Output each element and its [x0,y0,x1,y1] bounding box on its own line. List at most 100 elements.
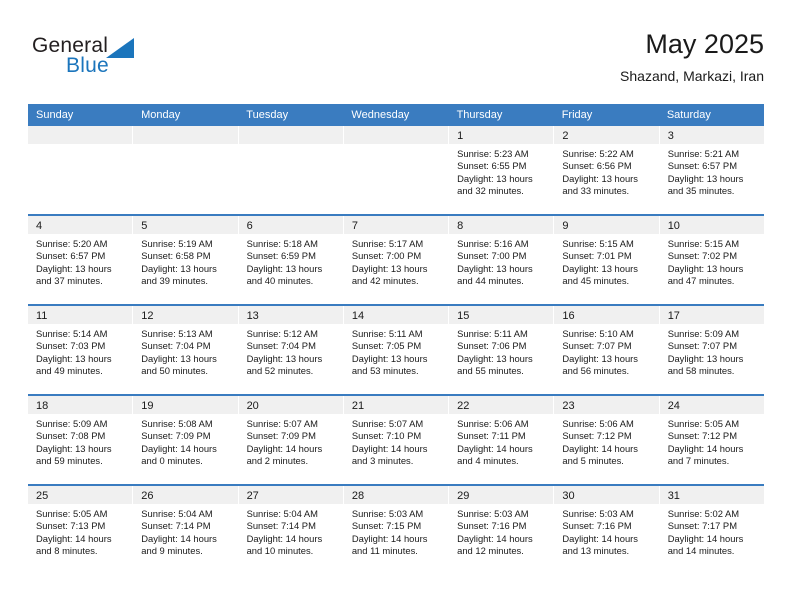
calendar-day-cell[interactable]: 7 Sunrise: 5:17 AM Sunset: 7:00 PM Daylight… [343,216,450,304]
calendar-day-cell[interactable]: 19 Sunrise: 5:08 AM Sunset: 7:09 PM Dayligh… [133,396,239,484]
day-number: 4 [36,220,43,232]
logo-text-blue: Blue [66,54,109,77]
day-sun-info: Sunrise: 5:06 AM Sunset: 7:11 PM Daylight:… [449,414,553,468]
day-number: 25 [36,490,49,502]
calendar-day-cell[interactable]: 9 Sunrise: 5:15 AM Sunset: 7:01 PM Daylight… [554,216,660,304]
day-sun-info: Sunrise: 5:15 AM Sunset: 7:01 PM Daylight:… [554,234,658,288]
calendar-day-cell[interactable]: 2 Sunrise: 5:22 AM Sunset: 6:56 PM Daylight… [554,126,660,214]
calendar-day-cell[interactable]: 16 Sunrise: 5:10 AM Sunset: 7:07 PM Dayligh… [554,306,660,394]
day-number-band: 12 [133,306,238,324]
day-sun-info: Sunrise: 5:13 AM Sunset: 7:04 PM Daylight:… [133,324,237,378]
daylight-text-line1: Daylight: 13 hours [141,352,217,364]
day-number: 2 [562,130,569,142]
calendar-day-cell[interactable]: 28 Sunrise: 5:03 AM Sunset: 7:15 PM Dayligh… [343,486,450,574]
calendar-day-cell[interactable]: 25 Sunrise: 5:05 AM Sunset: 7:13 PM Dayligh… [28,486,134,574]
calendar-day-cell[interactable]: 5 Sunrise: 5:19 AM Sunset: 6:58 PM Daylight… [133,216,239,304]
weekday-header-row: Sunday Monday Tuesday Wednesday Thursday… [28,104,764,126]
day-number: 16 [562,310,575,322]
sunset-text: Sunset: 7:04 PM [246,340,316,352]
calendar-day-cell[interactable]: 21 Sunrise: 5:07 AM Sunset: 7:10 PM Dayligh… [343,396,450,484]
sunset-text: Sunset: 6:58 PM [141,250,211,262]
calendar-day-cell[interactable]: 20 Sunrise: 5:07 AM Sunset: 7:09 PM Dayligh… [238,396,344,484]
day-number: 11 [36,310,48,322]
daylight-text-line2: and 58 minutes. [667,365,735,377]
day-number-band: 31 [659,486,764,504]
day-sun-info: Sunrise: 5:05 AM Sunset: 7:13 PM Daylight:… [28,504,132,558]
daylight-text-line1: Daylight: 13 hours [667,352,744,364]
daylight-text-line1: Daylight: 13 hours [457,352,533,364]
page-title: May 2025 [645,29,764,59]
sunset-text: Sunset: 6:55 PM [457,160,527,172]
sunset-text: Sunset: 7:10 PM [351,430,422,442]
day-number-band: 21 [343,396,449,414]
daylight-text-line2: and 10 minutes. [246,545,314,557]
day-number-band: 8 [449,216,554,234]
sunrise-text: Sunrise: 5:04 AM [141,508,213,519]
daylight-text-line1: Daylight: 13 hours [457,262,533,274]
calendar-day-cell[interactable]: 8 Sunrise: 5:16 AM Sunset: 7:00 PM Daylight… [449,216,555,304]
calendar-grid: Sunday Monday Tuesday Wednesday Thursday… [28,104,764,574]
calendar-day-cell[interactable]: 22 Sunrise: 5:06 AM Sunset: 7:11 PM Dayligh… [449,396,555,484]
calendar-day-cell[interactable]: 31 Sunrise: 5:02 AM Sunset: 7:17 PM Dayligh… [659,486,764,574]
daylight-text-line2: and 55 minutes. [457,365,524,377]
day-number: 7 [351,220,358,232]
day-sun-info: Sunrise: 5:23 AM Sunset: 6:55 PM Daylight:… [449,144,553,198]
sunset-text: Sunset: 7:11 PM [457,430,526,442]
calendar-day-cell[interactable]: 29 Sunrise: 5:03 AM Sunset: 7:16 PM Dayligh… [449,486,555,574]
calendar-page: General Blue May 2025 Shazand, Markazi, … [0,0,792,612]
day-number-band: 13 [238,306,343,324]
page-subtitle: Shazand, Markazi, Iran [620,68,764,84]
day-number-band: 22 [449,396,554,414]
sunrise-text: Sunrise: 5:19 AM [141,238,213,249]
day-number: 22 [457,400,470,412]
calendar-day-cell[interactable]: 3 Sunrise: 5:21 AM Sunset: 6:57 PM Daylight… [659,126,764,214]
calendar-day-cell[interactable]: 27 Sunrise: 5:04 AM Sunset: 7:14 PM Dayligh… [238,486,344,574]
calendar-day-cell[interactable]: 13 Sunrise: 5:12 AM Sunset: 7:04 PM Dayligh… [238,306,344,394]
sunrise-text: Sunrise: 5:06 AM [457,418,529,429]
sunrise-text: Sunrise: 5:15 AM [667,238,740,249]
day-sun-info: Sunrise: 5:03 AM Sunset: 7:16 PM Daylight:… [554,504,658,558]
day-sun-info: Sunrise: 5:09 AM Sunset: 7:07 PM Daylight:… [660,324,764,378]
calendar-week-row: 4 Sunrise: 5:20 AM Sunset: 6:57 PM Daylight… [28,214,764,304]
sunrise-text: Sunrise: 5:11 AM [457,328,528,339]
sunset-text: Sunset: 7:14 PM [141,520,211,532]
daylight-text-line1: Daylight: 13 hours [36,262,112,274]
day-number-band [238,126,343,144]
calendar-day-cell[interactable]: 17 Sunrise: 5:09 AM Sunset: 7:07 PM Dayligh… [659,306,764,394]
calendar-day-cell[interactable]: 1 Sunrise: 5:23 AM Sunset: 6:55 PM Daylight… [449,126,555,214]
day-sun-info: Sunrise: 5:22 AM Sunset: 6:56 PM Daylight:… [554,144,658,198]
day-sun-info: Sunrise: 5:18 AM Sunset: 6:59 PM Daylight:… [239,234,343,288]
daylight-text-line2: and 14 minutes. [667,545,735,557]
sunrise-text: Sunrise: 5:09 AM [667,328,740,339]
calendar-day-cell[interactable]: 18 Sunrise: 5:09 AM Sunset: 7:08 PM Dayligh… [28,396,134,484]
calendar-day-cell[interactable]: 26 Sunrise: 5:04 AM Sunset: 7:14 PM Dayligh… [133,486,239,574]
daylight-text-line1: Daylight: 13 hours [246,262,323,274]
sunrise-text: Sunrise: 5:22 AM [562,148,634,159]
calendar-day-cell-empty [133,126,239,214]
calendar-day-cell[interactable]: 11 Sunrise: 5:14 AM Sunset: 7:03 PM Dayligh… [28,306,134,394]
sunrise-text: Sunrise: 5:03 AM [562,508,634,519]
day-number: 27 [246,490,259,502]
calendar-day-cell[interactable]: 4 Sunrise: 5:20 AM Sunset: 6:57 PM Daylight… [28,216,134,304]
calendar-day-cell[interactable]: 14 Sunrise: 5:11 AM Sunset: 7:05 PM Dayligh… [343,306,450,394]
calendar-day-cell[interactable]: 30 Sunrise: 5:03 AM Sunset: 7:16 PM Dayligh… [554,486,660,574]
day-number: 31 [667,490,680,502]
calendar-day-cell[interactable]: 24 Sunrise: 5:05 AM Sunset: 7:12 PM Dayligh… [659,396,764,484]
day-number: 17 [667,310,680,322]
daylight-text-line1: Daylight: 14 hours [36,532,112,544]
calendar-day-cell[interactable]: 23 Sunrise: 5:06 AM Sunset: 7:12 PM Dayligh… [554,396,660,484]
day-sun-info: Sunrise: 5:15 AM Sunset: 7:02 PM Daylight:… [660,234,764,288]
calendar-day-cell[interactable]: 6 Sunrise: 5:18 AM Sunset: 6:59 PM Daylight… [238,216,344,304]
day-sun-info: Sunrise: 5:19 AM Sunset: 6:58 PM Daylight:… [133,234,237,288]
general-blue-logo[interactable]: General Blue [32,34,232,90]
day-number-band: 20 [238,396,343,414]
day-number: 29 [457,490,470,502]
sunset-text: Sunset: 7:09 PM [141,430,211,442]
calendar-day-cell[interactable]: 12 Sunrise: 5:13 AM Sunset: 7:04 PM Dayligh… [133,306,239,394]
daylight-text-line1: Daylight: 14 hours [351,532,428,544]
day-number: 28 [351,490,365,502]
calendar-day-cell[interactable]: 15 Sunrise: 5:11 AM Sunset: 7:06 PM Dayligh… [449,306,555,394]
day-sun-info: Sunrise: 5:20 AM Sunset: 6:57 PM Daylight:… [28,234,132,288]
calendar-week-row: 25 Sunrise: 5:05 AM Sunset: 7:13 PM Dayligh… [28,484,764,574]
calendar-day-cell[interactable]: 10 Sunrise: 5:15 AM Sunset: 7:02 PM Dayligh… [659,216,764,304]
